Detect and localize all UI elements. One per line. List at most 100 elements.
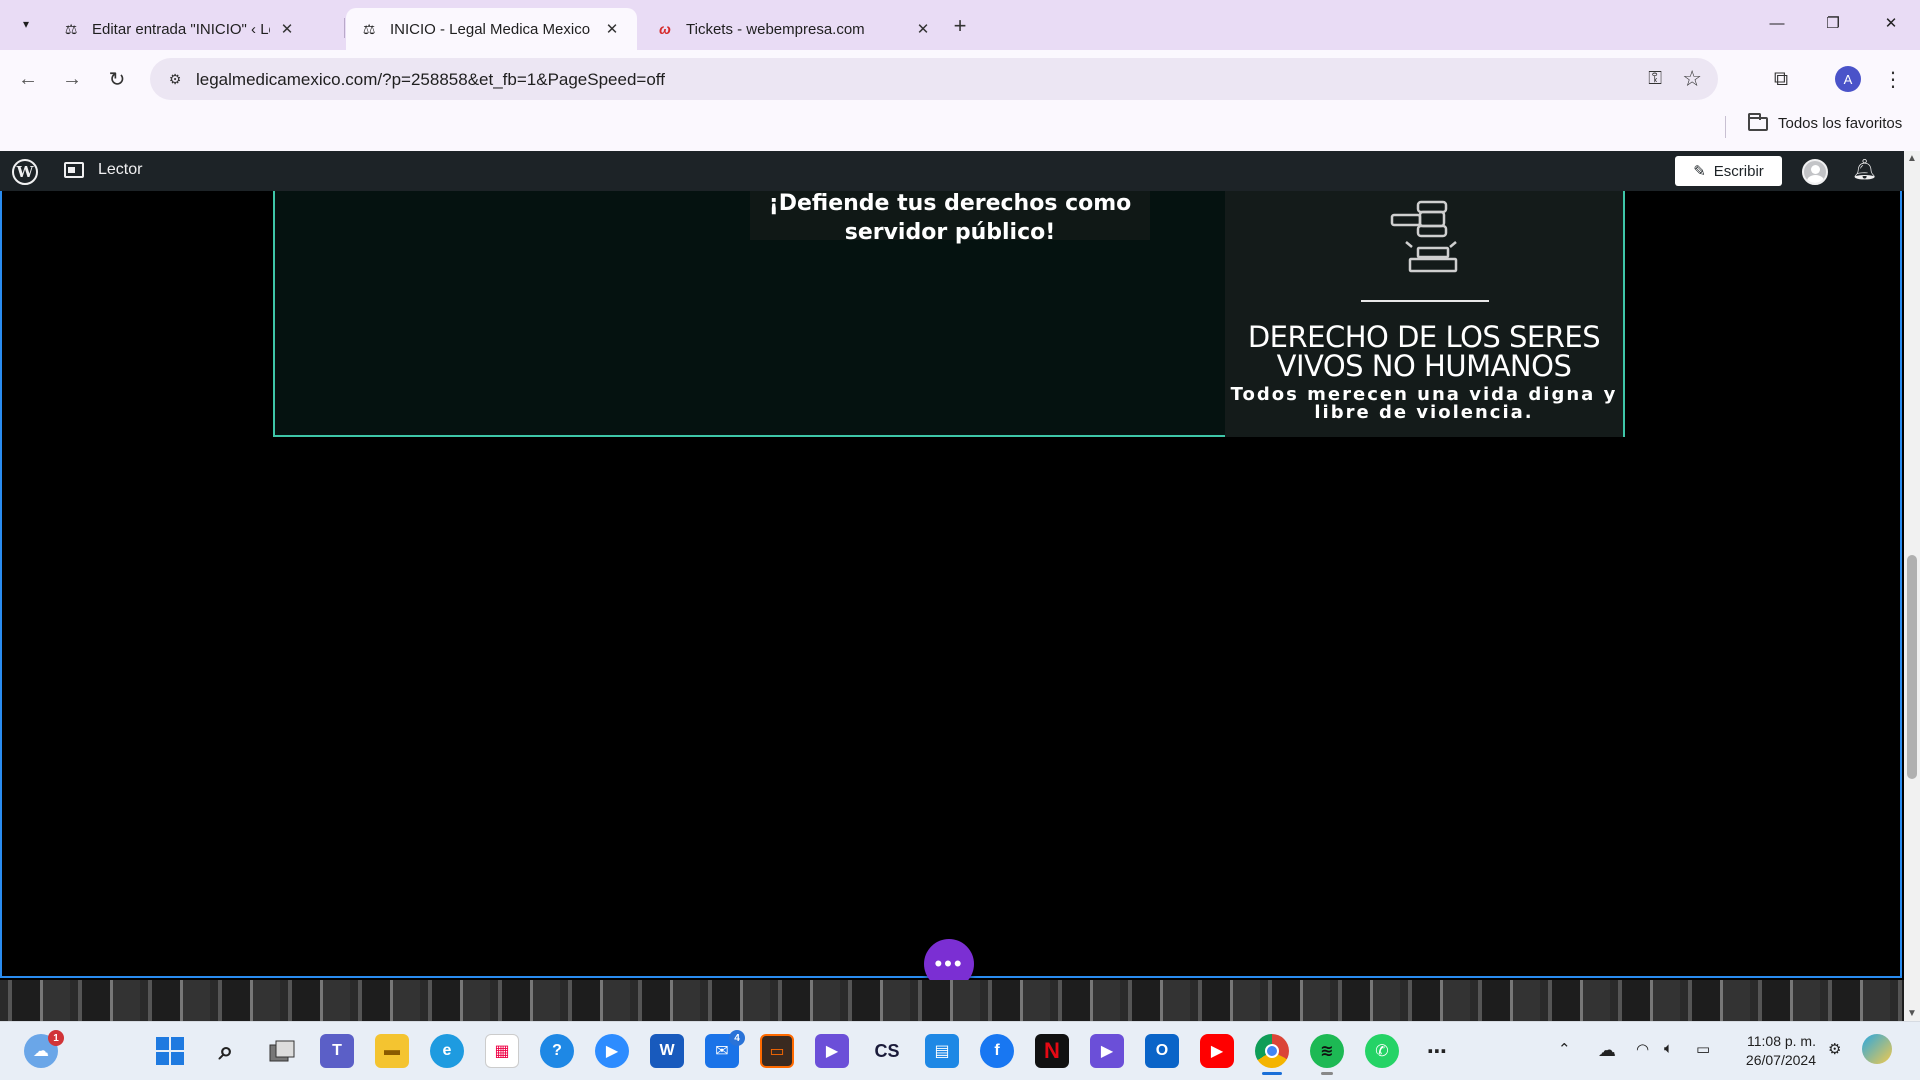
tab-separator <box>344 18 345 38</box>
extensions-button[interactable]: ⧉ <box>1764 62 1798 96</box>
card-title: DERECHO DE LOS SERES VIVOS NO HUMANOS <box>1247 320 1601 383</box>
mail-icon[interactable]: ✉ 4 <box>705 1030 745 1068</box>
background-image-strip <box>0 980 1904 1021</box>
content-section: ¡Defiende tus derechos como servidor púb… <box>273 191 1625 437</box>
teams-icon[interactable]: T <box>320 1034 354 1068</box>
close-icon[interactable]: ✕ <box>914 20 932 38</box>
tab-title: Tickets - webempresa.com <box>686 20 865 38</box>
running-indicator <box>1321 1072 1333 1075</box>
new-tab-button[interactable]: + <box>946 12 974 40</box>
tray-chevron-up-icon[interactable]: ⌃ <box>1558 1040 1571 1058</box>
onedrive-cloud-icon[interactable]: ☁ <box>1598 1040 1616 1061</box>
tab-title: INICIO - Legal Medica Mexico <box>390 20 591 38</box>
url-text[interactable]: legalmedicamexico.com/?p=258858&et_fb=1&… <box>196 70 665 90</box>
system-clock[interactable]: 11:08 p. m. 26/07/2024 <box>1730 1032 1816 1070</box>
app-orange-icon[interactable]: ▭ <box>760 1034 794 1068</box>
reader-label: Lector <box>98 161 143 178</box>
scale-icon: ⚖ <box>362 20 376 37</box>
notifications-bell-icon[interactable]: 🔔︎ <box>1852 157 1877 182</box>
bookmarks-bar: Todos los favoritos <box>0 108 1920 151</box>
all-favorites-label: Todos los favoritos <box>1778 115 1903 132</box>
tab-editar-entrada[interactable]: ⚖ Editar entrada "INICIO" ‹ Legal M ✕ <box>48 8 310 50</box>
whatsapp-icon[interactable]: ✆ <box>1365 1034 1399 1068</box>
page-scrollbar[interactable]: ▲ ▼ <box>1904 151 1920 1021</box>
help-icon[interactable]: ? <box>540 1034 574 1068</box>
tab-title: Editar entrada "INICIO" ‹ Legal M <box>92 20 270 38</box>
facebook-icon[interactable]: f <box>980 1034 1014 1068</box>
clock-time: 11:08 p. m. <box>1746 1033 1816 1049</box>
word-icon[interactable]: W <box>650 1034 684 1068</box>
netflix-icon[interactable]: N <box>1035 1034 1069 1068</box>
close-window-button[interactable]: ✕ <box>1868 8 1914 38</box>
page-viewport: ¡Defiende tus derechos como servidor púb… <box>0 191 1904 1021</box>
chevron-down-icon: ▾ <box>22 17 30 31</box>
forward-button[interactable]: → <box>57 64 87 94</box>
outlook-icon[interactable]: O <box>1145 1034 1179 1068</box>
feature-card: DERECHO DE LOS SERES VIVOS NO HUMANOS To… <box>1225 191 1623 437</box>
profile-avatar[interactable]: A <box>1835 66 1861 92</box>
back-button[interactable]: ← <box>13 64 43 94</box>
windows-logo-icon <box>156 1037 184 1065</box>
chrome-icon[interactable] <box>1255 1034 1289 1075</box>
copilot-icon[interactable] <box>1862 1034 1892 1064</box>
clock-date: 26/07/2024 <box>1745 1052 1816 1068</box>
weather-icon[interactable]: ☁ 1 <box>24 1030 64 1068</box>
tab-strip: ▾ ⚖ Editar entrada "INICIO" ‹ Legal M ✕ … <box>0 0 1920 50</box>
app-purple-icon[interactable]: ▶ <box>815 1034 849 1068</box>
notification-settings-icon[interactable]: ⚙ <box>1828 1040 1841 1058</box>
youtube-icon[interactable]: ▶ <box>1200 1034 1234 1068</box>
chrome-center <box>1265 1044 1279 1058</box>
wp-admin-bar: W Lector ✎ Escribir 🔔︎ <box>0 151 1904 191</box>
edge-icon[interactable]: e <box>430 1034 464 1068</box>
wordpress-logo-icon[interactable]: W <box>12 159 38 185</box>
restore-button[interactable]: ❐ <box>1810 8 1856 38</box>
calculator-icon[interactable]: ▤ <box>925 1034 959 1068</box>
site-info-icon[interactable]: ⚙ <box>164 68 186 90</box>
cs-icon[interactable]: CS <box>870 1034 904 1068</box>
scroll-thumb[interactable] <box>1907 555 1917 779</box>
reload-icon: ↻ <box>108 68 126 91</box>
close-icon[interactable]: ✕ <box>278 20 296 38</box>
password-key-icon[interactable]: ⚿ <box>1648 68 1662 89</box>
task-view-icon[interactable] <box>265 1034 299 1068</box>
zoom-icon[interactable]: ▶ <box>595 1034 629 1068</box>
file-explorer-icon[interactable]: ▬ <box>375 1034 409 1068</box>
mail-badge: 4 <box>729 1030 745 1046</box>
volume-icon[interactable]: 🔈︎ <box>1664 1040 1673 1057</box>
battery-icon[interactable]: ▭ <box>1696 1040 1710 1058</box>
write-label: Escribir <box>1713 162 1764 180</box>
reader-icon <box>64 162 84 178</box>
scroll-down-arrow-icon[interactable]: ▼ <box>1907 1008 1917 1019</box>
puzzle-icon: ⧉ <box>1773 67 1789 90</box>
browser-menu-button[interactable]: ⋮ <box>1876 62 1910 96</box>
search-icon[interactable]: ⌕ <box>209 1034 243 1068</box>
card-divider <box>1361 300 1489 302</box>
windows-taskbar: ☁ 1 ⌕ T ▬ e ▦ ? ▶ W ✉ 4 ▭ ▶ CS ▤ f N ▶ O… <box>0 1021 1920 1080</box>
spotify-icon[interactable]: ≋ <box>1310 1034 1344 1075</box>
more-apps-icon[interactable]: ⋯ <box>1420 1034 1454 1068</box>
scroll-up-arrow-icon[interactable]: ▲ <box>1907 153 1917 164</box>
webempresa-icon: ω <box>659 21 671 37</box>
all-favorites-folder[interactable]: Todos los favoritos <box>1748 112 1903 132</box>
tab-inicio[interactable]: ⚖ INICIO - Legal Medica Mexico ✕ <box>346 8 637 50</box>
minimize-button[interactable]: — <box>1754 8 1800 38</box>
scale-icon: ⚖ <box>64 20 78 37</box>
folder-icon <box>1748 112 1768 131</box>
reader-link[interactable]: Lector <box>64 161 142 179</box>
reload-button[interactable]: ↻ <box>102 64 132 94</box>
app-purple-2-icon[interactable]: ▶ <box>1090 1034 1124 1068</box>
store-icon[interactable]: ▦ <box>485 1034 519 1068</box>
browser-toolbar: ← → ↻ ⚙ legalmedicamexico.com/?p=258858&… <box>0 50 1920 108</box>
kebab-menu-icon: ⋮ <box>1883 68 1903 91</box>
arrow-left-icon: ← <box>18 67 38 90</box>
bookmark-star-icon[interactable]: ☆ <box>1682 66 1702 92</box>
close-icon[interactable]: ✕ <box>603 20 621 38</box>
arrow-right-icon: → <box>62 67 82 90</box>
address-bar[interactable]: ⚙ legalmedicamexico.com/?p=258858&et_fb=… <box>150 58 1718 100</box>
tab-search-button[interactable]: ▾ <box>12 10 40 38</box>
start-button[interactable] <box>153 1034 187 1068</box>
tab-tickets[interactable]: ω Tickets - webempresa.com ✕ <box>642 8 946 50</box>
wifi-icon[interactable]: ◠ <box>1636 1040 1649 1058</box>
write-button[interactable]: ✎ Escribir <box>1675 156 1782 186</box>
user-avatar[interactable] <box>1802 159 1828 185</box>
